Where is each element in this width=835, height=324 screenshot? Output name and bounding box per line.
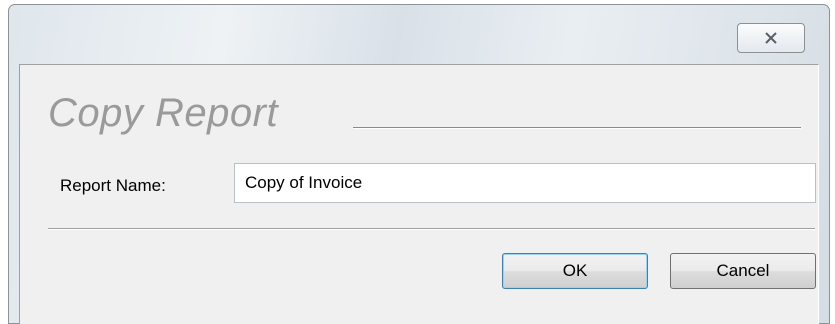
dialog-heading: Copy Report bbox=[48, 91, 279, 135]
heading-row: Copy Report bbox=[48, 89, 808, 139]
heading-rule bbox=[353, 127, 801, 129]
close-x-icon bbox=[764, 32, 778, 44]
report-name-input[interactable] bbox=[234, 163, 816, 203]
report-name-label: Report Name: bbox=[60, 176, 166, 195]
dialog-client-area: Copy Report Report Name: OK Cancel bbox=[19, 64, 819, 324]
ok-button[interactable]: OK bbox=[502, 253, 648, 289]
close-button[interactable] bbox=[737, 23, 805, 53]
copy-report-window: Copy Report Report Name: OK Cancel bbox=[8, 4, 830, 324]
divider bbox=[48, 228, 815, 230]
cancel-button[interactable]: Cancel bbox=[670, 253, 816, 289]
title-bar[interactable] bbox=[9, 5, 829, 61]
